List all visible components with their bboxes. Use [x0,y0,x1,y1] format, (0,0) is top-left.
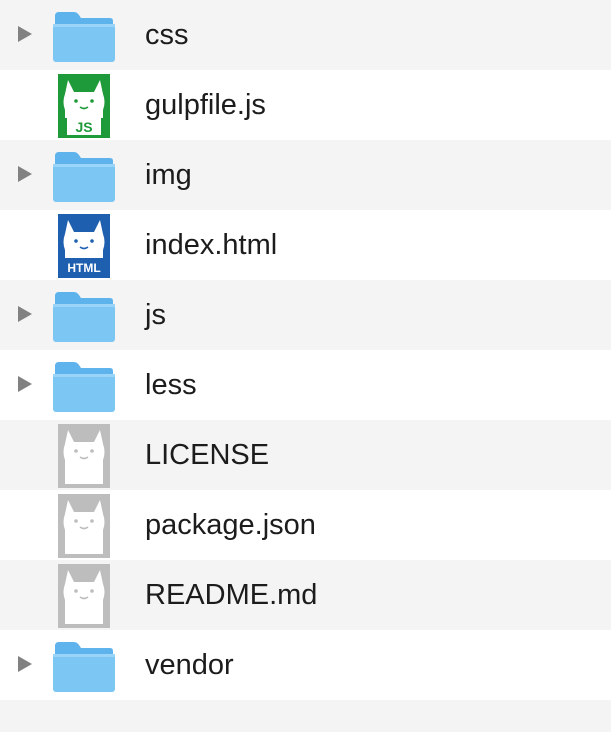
generic-file-icon [52,424,116,488]
folder-icon [52,636,116,694]
badge-text: JS [75,119,92,135]
list-item-index-html[interactable]: HTML index.html [0,210,611,280]
item-name: css [145,19,189,51]
item-name: package.json [145,509,316,541]
js-file-icon: JS [52,74,116,138]
empty-list-area [0,700,611,732]
item-name: js [145,299,166,331]
folder-icon [52,286,116,344]
list-item-img[interactable]: img [0,140,611,210]
list-item-less[interactable]: less [0,350,611,420]
folder-icon [52,356,116,414]
disclosure-triangle-icon[interactable] [18,166,32,182]
list-item-css[interactable]: css [0,0,611,70]
list-item-js[interactable]: js [0,280,611,350]
disclosure-triangle-icon[interactable] [18,306,32,322]
list-item-license[interactable]: LICENSE [0,420,611,490]
badge-text: HTML [67,261,100,275]
list-item-readme[interactable]: README.md [0,560,611,630]
item-name: index.html [145,229,278,261]
folder-icon [52,6,116,64]
item-name: README.md [145,579,318,611]
disclosure-triangle-icon[interactable] [18,656,32,672]
item-name: gulpfile.js [145,89,266,121]
folder-icon [52,146,116,204]
list-item-package-json[interactable]: package.json [0,490,611,560]
item-name: img [145,159,192,191]
disclosure-triangle-icon[interactable] [18,26,32,42]
item-name: vendor [145,649,234,681]
list-item-gulpfile[interactable]: JS gulpfile.js [0,70,611,140]
item-name: less [145,369,197,401]
generic-file-icon [52,494,116,558]
html-file-icon: HTML [52,214,116,278]
item-name: LICENSE [145,439,270,471]
generic-file-icon [52,564,116,628]
file-list: css JS gulpfile.js img HTML index.html j… [0,0,611,732]
disclosure-triangle-icon[interactable] [18,376,32,392]
list-item-vendor[interactable]: vendor [0,630,611,700]
